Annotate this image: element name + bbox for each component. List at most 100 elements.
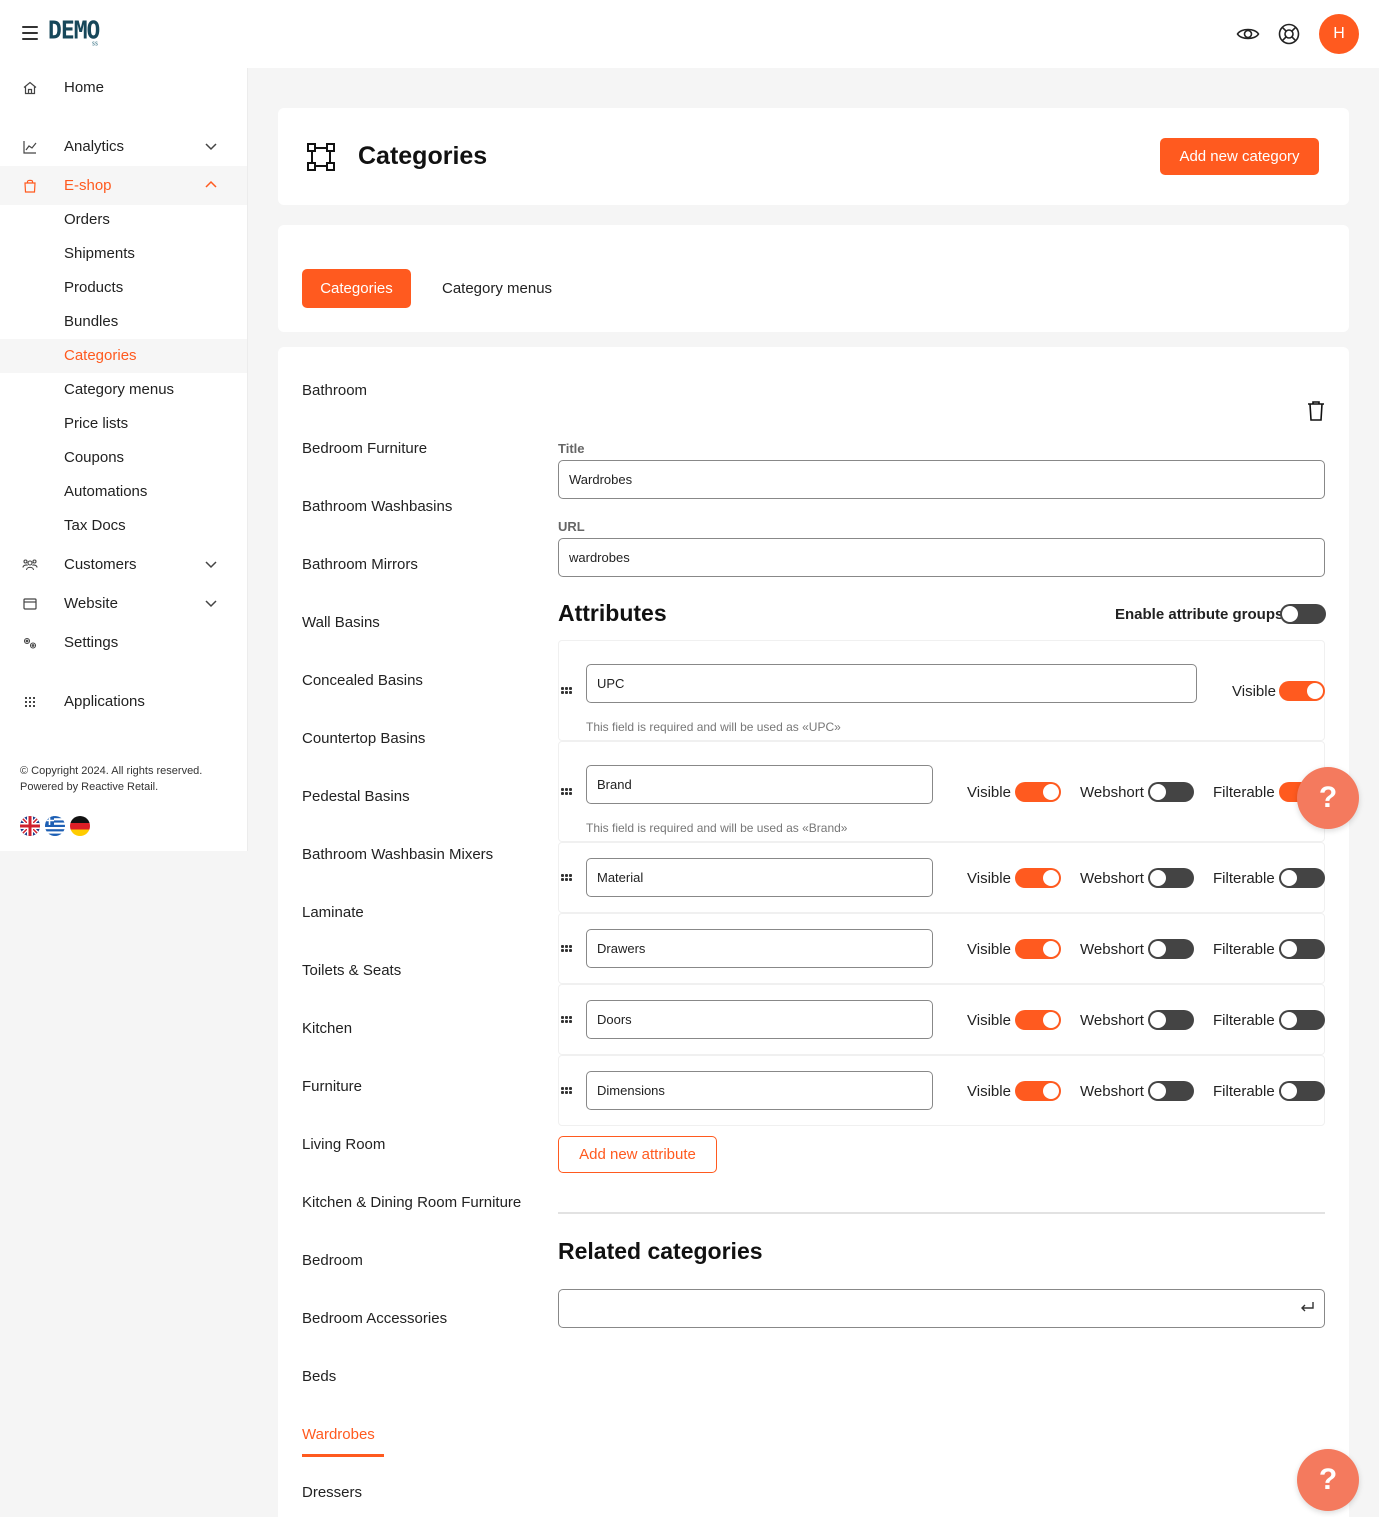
attribute-name-input[interactable] (586, 664, 1197, 703)
menu-icon[interactable] (22, 26, 38, 40)
sidebar-item-customers[interactable]: Customers (0, 545, 247, 584)
category-item[interactable]: Bathroom Washbasins (302, 498, 452, 515)
greece-flag-icon[interactable] (45, 816, 65, 836)
visible-label: Visible (967, 941, 1011, 958)
category-item[interactable]: Kitchen (302, 1020, 352, 1037)
filterable-toggle[interactable] (1279, 1010, 1325, 1030)
germany-flag-icon[interactable] (70, 816, 90, 836)
support-icon[interactable] (1277, 22, 1301, 46)
sidebar-item-orders[interactable]: Orders (0, 203, 247, 237)
enable-groups-toggle[interactable] (1280, 604, 1326, 624)
category-item[interactable]: Bathroom Mirrors (302, 556, 418, 573)
help-button[interactable]: ? (1297, 1449, 1359, 1511)
attribute-name-input[interactable] (586, 1000, 933, 1039)
sidebar-item-eshop[interactable]: E-shop (0, 166, 247, 205)
uk-flag-icon[interactable] (20, 816, 40, 836)
sidebar-item-category-menus[interactable]: Category menus (0, 373, 247, 407)
visible-toggle[interactable] (1015, 868, 1061, 888)
chevron-down-icon (205, 600, 217, 608)
visible-toggle[interactable] (1015, 939, 1061, 959)
sidebar-item-categories[interactable]: Categories (0, 339, 247, 373)
sidebar-item-price-lists[interactable]: Price lists (0, 407, 247, 441)
sidebar-item-tax-docs[interactable]: Tax Docs (0, 509, 247, 543)
drag-handle-icon[interactable] (561, 874, 573, 882)
category-item[interactable]: Living Room (302, 1136, 385, 1153)
webshort-toggle[interactable] (1148, 1010, 1194, 1030)
attribute-row: Visible Webshort Filterable (558, 913, 1325, 984)
drag-handle-icon[interactable] (561, 1016, 573, 1024)
category-item[interactable]: Toilets & Seats (302, 962, 401, 979)
visible-toggle[interactable] (1015, 782, 1061, 802)
sidebar-item-coupons[interactable]: Coupons (0, 441, 247, 475)
category-item[interactable]: Bathroom (302, 382, 367, 399)
tab-category-menus[interactable]: Category menus (442, 280, 552, 297)
category-item[interactable]: Countertop Basins (302, 730, 425, 747)
related-categories-input[interactable] (558, 1289, 1325, 1328)
webshort-label: Webshort (1080, 1012, 1144, 1029)
sidebar-item-label: Automations (64, 483, 148, 500)
eye-icon[interactable] (1236, 22, 1260, 46)
category-item[interactable]: Bedroom Accessories (302, 1310, 447, 1327)
drag-handle-icon[interactable] (561, 945, 573, 953)
filterable-toggle[interactable] (1279, 1081, 1325, 1101)
filterable-label: Filterable (1213, 870, 1275, 887)
webshort-toggle[interactable] (1148, 939, 1194, 959)
sidebar-item-bundles[interactable]: Bundles (0, 305, 247, 339)
sidebar-item-label: Products (64, 279, 124, 296)
category-item[interactable]: Wall Basins (302, 614, 380, 631)
browser-icon (23, 598, 37, 610)
add-category-button[interactable]: Add new category (1160, 138, 1319, 175)
help-button[interactable]: ? (1297, 767, 1359, 829)
category-item[interactable]: Dressers (302, 1484, 362, 1501)
related-categories-title: Related categories (558, 1238, 763, 1264)
attribute-name-input[interactable] (586, 858, 933, 897)
chart-icon (23, 141, 37, 154)
add-attribute-button[interactable]: Add new attribute (558, 1136, 717, 1173)
category-item-selected[interactable]: Wardrobes (302, 1426, 375, 1443)
attribute-name-input[interactable] (586, 765, 933, 804)
sidebar-item-website[interactable]: Website (0, 584, 247, 623)
visible-label: Visible (967, 1083, 1011, 1100)
trash-icon[interactable] (1306, 400, 1326, 422)
title-input[interactable] (558, 460, 1325, 499)
category-item[interactable]: Bedroom (302, 1252, 363, 1269)
category-shape-icon (307, 143, 335, 171)
drag-handle-icon[interactable] (561, 1087, 573, 1095)
sidebar-item-label: Price lists (64, 415, 129, 432)
grid-icon (25, 697, 35, 707)
sidebar-item-automations[interactable]: Automations (0, 475, 247, 509)
webshort-toggle[interactable] (1148, 782, 1194, 802)
category-item[interactable]: Kitchen & Dining Room Furniture (302, 1194, 521, 1211)
attribute-name-input[interactable] (586, 929, 933, 968)
category-item[interactable]: Beds (302, 1368, 336, 1385)
category-item[interactable]: Bathroom Washbasin Mixers (302, 846, 493, 863)
sidebar-item-settings[interactable]: Settings (0, 623, 247, 662)
visible-toggle[interactable] (1015, 1010, 1061, 1030)
webshort-toggle[interactable] (1148, 1081, 1194, 1101)
sidebar-item-home[interactable]: Home (0, 68, 247, 107)
attribute-name-input[interactable] (586, 1071, 933, 1110)
visible-toggle[interactable] (1015, 1081, 1061, 1101)
category-item[interactable]: Bedroom Furniture (302, 440, 427, 457)
drag-handle-icon[interactable] (561, 687, 573, 695)
category-item[interactable]: Furniture (302, 1078, 362, 1095)
filterable-toggle[interactable] (1279, 868, 1325, 888)
enter-icon (1301, 1302, 1314, 1312)
webshort-toggle[interactable] (1148, 868, 1194, 888)
drag-handle-icon[interactable] (561, 788, 573, 796)
filterable-toggle[interactable] (1279, 939, 1325, 959)
tab-categories[interactable]: Categories (302, 269, 411, 308)
sidebar-item-applications[interactable]: Applications (0, 682, 247, 721)
sidebar-item-shipments[interactable]: Shipments (0, 237, 247, 271)
sidebar-item-label: Orders (64, 211, 110, 228)
avatar[interactable]: H (1319, 14, 1359, 54)
url-input[interactable] (558, 538, 1325, 577)
category-item[interactable]: Laminate (302, 904, 364, 921)
users-icon (22, 559, 38, 571)
sidebar-item-analytics[interactable]: Analytics (0, 127, 247, 166)
category-item[interactable]: Pedestal Basins (302, 788, 410, 805)
visible-toggle[interactable] (1279, 681, 1325, 701)
sidebar-item-products[interactable]: Products (0, 271, 247, 305)
logo[interactable]: DEMO SS (48, 17, 100, 48)
category-item[interactable]: Concealed Basins (302, 672, 423, 689)
